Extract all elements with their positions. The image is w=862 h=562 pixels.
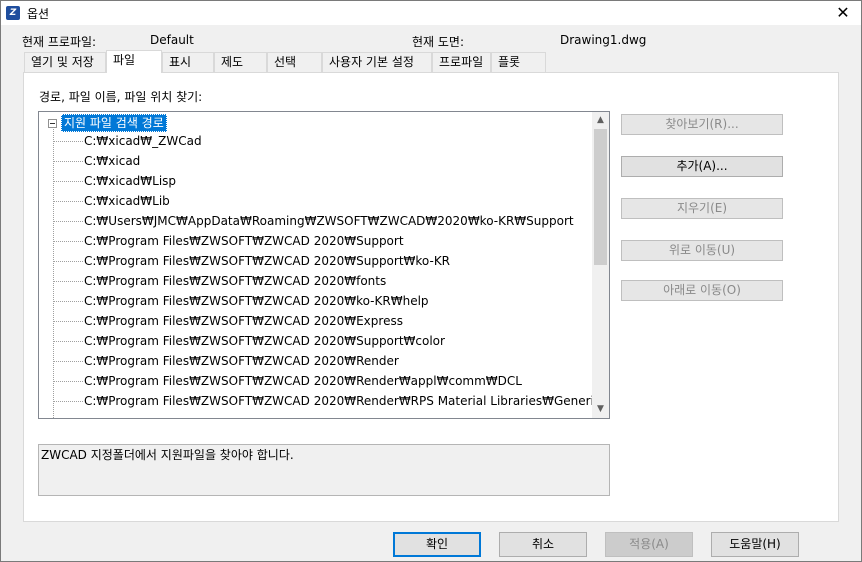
path-text: C:₩xicad [84, 154, 141, 168]
tree-item-path[interactable]: C:₩Program Files₩ZWSOFT₩ZWCAD 2020₩ko-KR… [53, 291, 429, 311]
move-down-button[interactable]: 아래로 이동(O) [621, 280, 783, 301]
tab-selection[interactable]: 선택 [267, 52, 322, 72]
path-text: C:₩xicad₩Lib [84, 194, 170, 208]
tree-node-label[interactable]: 지원 파일 검색 경로 [61, 114, 167, 132]
zwcad-app-icon: Z [6, 6, 20, 20]
tree-item-path[interactable]: C:₩xicad₩Lib [53, 191, 170, 211]
tree-item-path[interactable]: C:₩Program Files₩ZWSOFT₩ZWCAD 2020₩Expre… [53, 311, 403, 331]
scroll-thumb[interactable] [594, 129, 607, 265]
tree-item-path[interactable]: C:₩Program Files₩ZWSOFT₩ZWCAD 2020₩Suppo… [53, 231, 404, 251]
tree-item-path[interactable]: C:₩Program Files₩ZWSOFT₩ZWCAD 2020₩Suppo… [53, 331, 445, 351]
tab-open-and-save[interactable]: 열기 및 저장 [24, 52, 106, 72]
search-paths-caption: 경로, 파일 이름, 파일 위치 찾기: [39, 90, 203, 104]
path-text: C:₩Program Files₩ZWSOFT₩ZWCAD 2020₩Expre… [84, 314, 403, 328]
path-text: C:₩xicad₩_ZWCad [84, 134, 202, 148]
scroll-down-icon[interactable]: ▼ [592, 401, 609, 418]
browse-button[interactable]: 찾아보기(R)... [621, 114, 783, 135]
cancel-button[interactable]: 취소 [499, 532, 587, 557]
tree-item-path[interactable]: C:₩Program Files₩ZWSOFT₩ZWCAD 2020₩Suppo… [53, 251, 450, 271]
current-drawing-value: Drawing1.dwg [560, 33, 647, 47]
current-profile-value: Default [150, 33, 194, 47]
options-dialog: Z 옵션 ✕ 현재 프로파일: Default 현재 도면: Drawing1.… [0, 0, 862, 562]
window-title: 옵션 [27, 7, 50, 21]
tree-item-path[interactable]: C:₩Program Files₩ZWSOFT₩ZWCAD 2020₩fonts [53, 271, 386, 291]
tab-plot[interactable]: 플롯 [491, 52, 546, 72]
tree-item-path[interactable]: C:₩Users₩JMC₩AppData₩Roaming₩ZWSOFT₩ZWCA… [53, 211, 574, 231]
close-button[interactable]: ✕ [831, 2, 855, 24]
path-text: C:₩Program Files₩ZWSOFT₩ZWCAD 2020₩Rende… [84, 374, 522, 388]
current-profile-label: 현재 프로파일: [22, 35, 97, 49]
apply-button[interactable]: 적용(A) [605, 532, 693, 557]
path-text: C:₩xicad₩Lisp [84, 174, 177, 188]
path-text: C:₩Program Files₩ZWSOFT₩ZWCAD 2020₩fonts [84, 274, 387, 288]
tab-drafting[interactable]: 제도 [214, 52, 267, 72]
current-drawing-label: 현재 도면: [412, 35, 465, 49]
tree-node-support-paths[interactable]: 지원 파일 검색 경로 [48, 114, 167, 132]
ok-button[interactable]: 확인 [393, 532, 481, 557]
file-search-tree[interactable]: 지원 파일 검색 경로 C:₩xicad₩_ZWCad C:₩xicad C:₩… [38, 111, 610, 419]
scroll-up-icon[interactable]: ▲ [592, 112, 609, 129]
tab-user-preferences[interactable]: 사용자 기본 설정 [322, 52, 432, 72]
tree-item-path[interactable]: C:₩xicad [53, 151, 140, 171]
description-box: ZWCAD 지정폴더에서 지원파일을 찾아야 합니다. [38, 444, 610, 496]
path-text: C:₩Program Files₩ZWSOFT₩ZWCAD 2020₩Suppo… [84, 334, 445, 348]
path-text: C:₩Program Files₩ZWSOFT₩ZWCAD 2020₩Rende… [84, 354, 399, 368]
add-button[interactable]: 추가(A)... [621, 156, 783, 177]
tree-item-path[interactable]: C:₩Program Files₩ZWSOFT₩ZWCAD 2020₩Rende… [53, 351, 399, 371]
description-text: ZWCAD 지정폴더에서 지원파일을 찾아야 합니다. [41, 448, 294, 462]
tree-item-path[interactable]: C:₩xicad₩Lisp [53, 171, 176, 191]
path-text: C:₩Program Files₩ZWSOFT₩ZWCAD 2020₩Suppo… [84, 234, 404, 248]
path-text: C:₩Program Files₩ZWSOFT₩ZWCAD 2020₩Suppo… [84, 254, 451, 268]
tree-item-path[interactable]: C:₩xicad₩_ZWCad [53, 131, 202, 151]
move-up-button[interactable]: 위로 이동(U) [621, 240, 783, 261]
tab-files[interactable]: 파일 [106, 50, 162, 73]
tree-item-path[interactable]: C:₩Program Files₩ZWSOFT₩ZWCAD 2020₩Rende… [53, 391, 600, 411]
help-button[interactable]: 도움말(H) [711, 532, 799, 557]
tree-scrollbar[interactable]: ▲ ▼ [592, 112, 609, 418]
tree-item-path[interactable]: C:₩Program Files₩ZWSOFT₩ZWCAD 2020₩Rende… [53, 371, 522, 391]
remove-button[interactable]: 지우기(E) [621, 198, 783, 219]
path-text: C:₩Program Files₩ZWSOFT₩ZWCAD 2020₩Rende… [84, 394, 601, 408]
path-text: C:₩Program Files₩ZWSOFT₩ZWCAD 2020₩ko-KR… [84, 294, 429, 308]
tab-profiles[interactable]: 프로파일 [432, 52, 491, 72]
tab-display[interactable]: 표시 [162, 52, 214, 72]
title-bar: Z 옵션 ✕ [1, 1, 861, 25]
collapse-icon[interactable] [48, 118, 57, 128]
path-text: C:₩Users₩JMC₩AppData₩Roaming₩ZWSOFT₩ZWCA… [84, 214, 574, 228]
